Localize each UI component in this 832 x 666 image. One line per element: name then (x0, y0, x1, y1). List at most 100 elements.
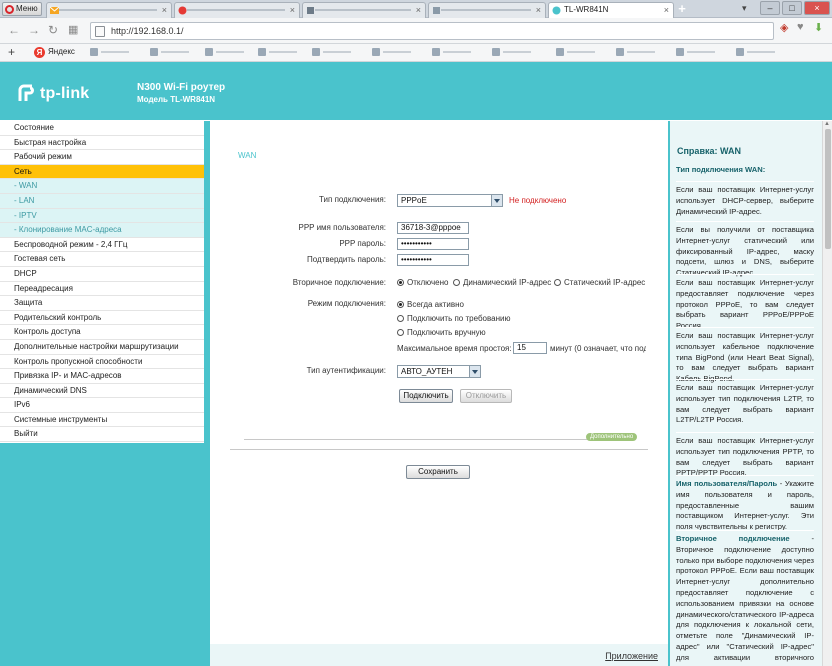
speed-dial-icon[interactable]: ▦ (68, 23, 78, 36)
conn-status: Не подключено (509, 196, 567, 205)
extension-icon[interactable]: ◈ (780, 21, 788, 34)
sidebar-item[interactable]: Состояние (0, 121, 204, 136)
sidebar-item[interactable]: Переадресация (0, 281, 204, 297)
browser-nav-bar: ← → ↻ ▦ http://192.168.0.1/ ◈ ♥ ⬇ (0, 18, 832, 44)
sidebar-item[interactable]: Контроль пропускной способности (0, 354, 204, 370)
help-term: Имя пользователя/Пароль (676, 479, 778, 488)
close-tab-icon[interactable]: × (536, 3, 541, 17)
app-link[interactable]: Приложение (605, 651, 658, 661)
mode-always-on[interactable]: Всегда активно (397, 300, 464, 309)
minimize-button[interactable]: – (760, 1, 780, 15)
help-paragraph: Вторичное подключение - Вторичное подклю… (676, 534, 814, 666)
idle-label: Максимальное время простоя: (397, 344, 512, 353)
forward-arrow-icon[interactable]: → (28, 23, 40, 37)
tp-link-tab-icon (552, 6, 561, 15)
content-footer: Приложение (210, 644, 668, 666)
help-term: Тип подключения WAN: (676, 165, 766, 174)
advanced-toggle[interactable]: Дополнительно (586, 433, 638, 441)
radio-icon (453, 279, 460, 286)
chevron-down-icon (491, 195, 502, 206)
sidebar-item[interactable]: Выйти (0, 427, 204, 443)
auth-value: АВТО_АУТЕН (401, 367, 453, 376)
sidebar-item[interactable]: Беспроводной режим - 2,4 ГГц (0, 237, 204, 253)
sidebar-item[interactable]: - WAN (0, 179, 204, 194)
sidebar-item[interactable]: Системные инструменты (0, 412, 204, 428)
mode-label: Режим подключения: (307, 299, 386, 308)
secondary-label: Вторичное подключение: (292, 278, 386, 287)
heart-icon[interactable]: ♥ (797, 21, 804, 33)
help-text: - Вторичное подключение доступно только … (676, 534, 814, 666)
browser-tab[interactable]: × (46, 2, 172, 18)
close-tab-icon[interactable]: × (162, 3, 167, 17)
connect-button[interactable]: Подключить (399, 389, 453, 403)
sidebar-item[interactable]: - LAN (0, 193, 204, 209)
address-bar[interactable]: http://192.168.0.1/ (90, 22, 774, 40)
disconnect-button[interactable]: Отключить (460, 389, 512, 403)
reload-icon[interactable]: ↻ (48, 23, 58, 37)
browser-tab-active[interactable]: TL-WR841N × (548, 2, 674, 18)
auth-select[interactable]: АВТО_АУТЕН (397, 365, 481, 378)
ppp-pass-input[interactable]: ••••••••••• (397, 238, 469, 250)
sidebar-item[interactable]: - Клонирование MAC-адреса (0, 223, 204, 238)
browser-tab[interactable]: × (302, 2, 426, 18)
mail-icon (50, 6, 59, 14)
radio-icon (397, 279, 404, 286)
yandex-icon: Я (34, 47, 45, 58)
help-term: Вторичное подключение (676, 534, 790, 543)
ppp-user-input[interactable]: 36718-3@pppoe (397, 222, 469, 234)
conn-type-select[interactable]: PPPoE (397, 194, 503, 207)
browser-tab[interactable]: × (428, 2, 546, 18)
sidebar-item[interactable]: Контроль доступа (0, 325, 204, 340)
sidebar-item[interactable]: - IPTV (0, 208, 204, 224)
help-paragraph: Если ваш поставщик Интернет-услуг предос… (676, 278, 814, 332)
close-window-button[interactable]: × (804, 1, 830, 15)
add-bookmark-icon[interactable]: + (8, 45, 15, 59)
help-paragraph: Если ваш поставщик Интернет-услуг исполь… (676, 436, 814, 479)
help-separator (676, 221, 814, 222)
close-tab-icon[interactable]: × (664, 3, 669, 17)
back-arrow-icon[interactable]: ← (8, 23, 20, 37)
browser-tab[interactable]: × (174, 2, 300, 18)
help-paragraph: Если вы получили от поставщика Интернет-… (676, 225, 814, 279)
bookmarks-bar: + Я Яндекс (0, 44, 832, 62)
idle-input[interactable]: 15 (513, 342, 547, 354)
sidebar-item[interactable]: Рабочий режим (0, 150, 204, 165)
tab-list-icon[interactable]: ▾ (742, 3, 747, 14)
window-controls: – □ × (760, 1, 830, 15)
sidebar-item[interactable]: Динамический DNS (0, 383, 204, 399)
scroll-up-icon[interactable]: ▲ (824, 121, 830, 127)
help-text: Если ваш поставщик Интернет-услуг исполь… (676, 185, 814, 216)
sidebar-item[interactable]: Дополнительные настройки маршрутизации (0, 339, 204, 355)
sidebar-item[interactable]: Гостевая сеть (0, 252, 204, 267)
sidebar-item[interactable]: Родительский контроль (0, 310, 204, 326)
idle-hint: минут (0 означает, что под (550, 344, 646, 353)
close-tab-icon[interactable]: × (416, 3, 421, 17)
secondary-option-static[interactable]: Статический IP-адрес (554, 278, 645, 287)
ppp-confirm-label: Подтвердить пароль: (307, 255, 386, 264)
browser-menu-button[interactable]: Меню (2, 2, 42, 16)
download-icon[interactable]: ⬇ (814, 21, 823, 34)
mode-manual[interactable]: Подключить вручную (397, 328, 486, 337)
sidebar-item[interactable]: Быстрая настройка (0, 135, 204, 151)
mode-on-demand[interactable]: Подключить по требованию (397, 314, 510, 323)
bookmark-yandex[interactable]: Яндекс (48, 47, 75, 56)
scrollbar-thumb[interactable] (825, 129, 831, 249)
address-url: http://192.168.0.1/ (111, 26, 184, 36)
sidebar-item[interactable]: IPv6 (0, 398, 204, 413)
maximize-button[interactable]: □ (782, 1, 802, 15)
divider (244, 439, 632, 440)
secondary-option-dynamic[interactable]: Динамический IP-адрес (453, 278, 551, 287)
sidebar-item[interactable]: Привязка IP- и MAC-адресов (0, 369, 204, 384)
sidebar-item[interactable]: DHCP (0, 266, 204, 282)
sidebar-item[interactable]: Защита (0, 296, 204, 311)
help-scrollbar[interactable]: ▲ (822, 121, 832, 666)
close-tab-icon[interactable]: × (290, 3, 295, 17)
ppp-user-label: PPP имя пользователя: (298, 223, 387, 232)
save-button[interactable]: Сохранить (406, 465, 470, 479)
secondary-option-off[interactable]: Отключено (397, 278, 448, 287)
new-tab-button[interactable]: + (676, 2, 688, 16)
sidebar-item[interactable]: Сеть (0, 164, 204, 180)
site-icon (307, 7, 314, 14)
ppp-confirm-input[interactable]: ••••••••••• (397, 254, 469, 266)
ppp-pass-label: PPP пароль: (339, 239, 386, 248)
